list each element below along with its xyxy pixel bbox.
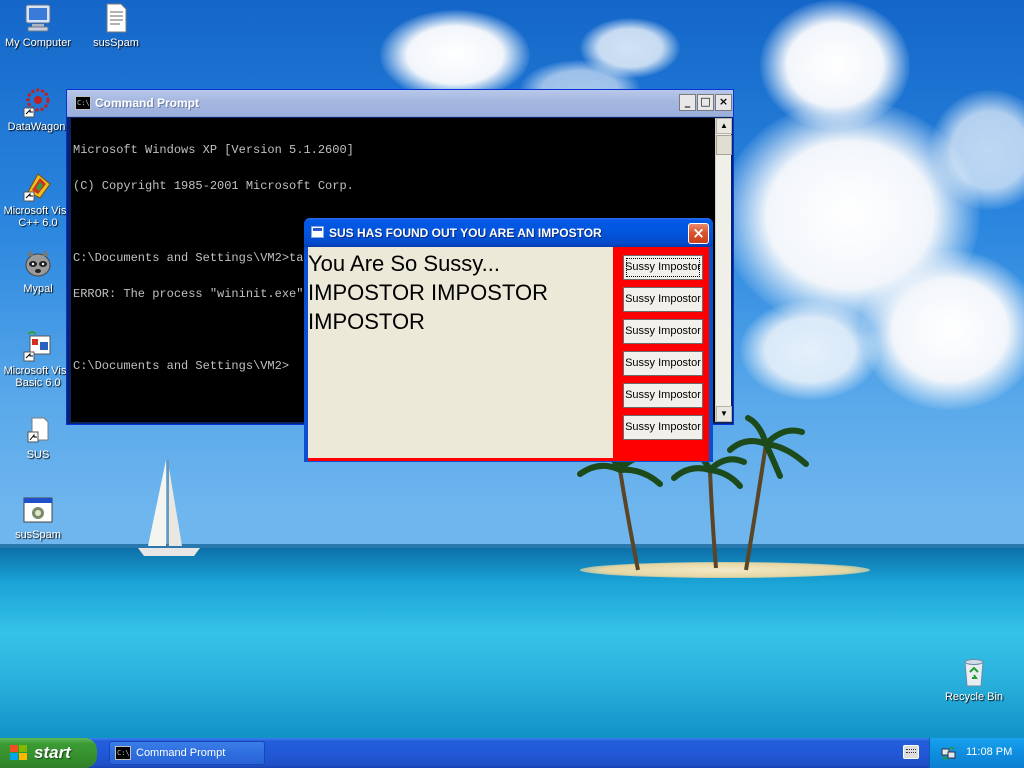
taskbar-button-label: Command Prompt — [136, 747, 226, 759]
desktop-icon-susspam-exe[interactable]: susSpam — [0, 494, 76, 541]
window-app-icon — [311, 226, 324, 238]
keyboard-layout-icon[interactable] — [903, 745, 919, 759]
sus-message: You Are So Sussy... IMPOSTOR IMPOSTOR IM… — [308, 249, 612, 336]
desktop-icon-label: Recycle Bin — [944, 691, 1004, 703]
vertical-scrollbar[interactable]: ▲ ▼ — [715, 118, 732, 422]
desktop-icon-my-computer[interactable]: My Computer — [0, 2, 76, 49]
desktop-icon-label: susSpam — [15, 529, 61, 541]
desktop-icon-label: My Computer — [4, 37, 72, 49]
desktop-icon-label: Microsoft Visu C++ 6.0 — [3, 205, 73, 229]
desktop-icon-datawagon[interactable]: DataWagon. — [0, 86, 76, 133]
scroll-down-icon[interactable]: ▼ — [716, 406, 732, 422]
network-icon[interactable] — [941, 746, 956, 760]
console-line: (C) Copyright 1985-2001 Microsoft Corp. — [73, 179, 354, 193]
desktop-icon-sus[interactable]: SUS — [0, 414, 76, 461]
sussy-impostor-button[interactable]: Sussy Impostor — [623, 415, 703, 440]
console-line: Microsoft Windows XP [Version 5.1.2600] — [73, 143, 354, 157]
dialog-bottom-border — [308, 458, 709, 461]
desktop-icon-visual-cpp[interactable]: Microsoft Visu C++ 6.0 — [0, 170, 76, 229]
desktop-icon-visual-basic[interactable]: Microsoft Visu Basic 6.0 — [0, 330, 76, 389]
recycle-bin-icon — [958, 656, 990, 688]
text-document-icon — [100, 2, 132, 34]
command-prompt-icon: C:\ — [115, 746, 131, 760]
button-panel: Sussy Impostor Sussy Impostor Sussy Impo… — [613, 247, 709, 458]
sus-dialog-window[interactable]: SUS HAS FOUND OUT YOU ARE AN IMPOSTOR × … — [304, 218, 713, 462]
dialog-title: SUS HAS FOUND OUT YOU ARE AN IMPOSTOR — [329, 226, 602, 240]
datawagon-icon — [22, 86, 54, 118]
sea — [0, 548, 1024, 738]
start-button[interactable]: start — [0, 738, 97, 768]
sussy-impostor-button[interactable]: Sussy Impostor — [623, 287, 703, 312]
minimize-button[interactable]: _ — [679, 94, 696, 111]
visual-cpp-icon — [22, 170, 54, 202]
desktop-icon-label: DataWagon. — [7, 121, 69, 133]
my-computer-icon — [22, 2, 54, 34]
window-title: Command Prompt — [95, 96, 200, 110]
visual-basic-icon — [22, 330, 54, 362]
start-label: start — [34, 743, 71, 762]
command-prompt-icon: C:\ — [75, 96, 91, 110]
message-line: You Are So Sussy... — [308, 251, 501, 276]
maximize-button[interactable]: □ — [697, 94, 714, 111]
windows-logo-icon — [10, 745, 28, 761]
sailboat-image — [138, 460, 200, 556]
desktop-icon-label: Microsoft Visu Basic 6.0 — [3, 365, 73, 389]
sus-dialog-body: You Are So Sussy... IMPOSTOR IMPOSTOR IM… — [308, 247, 709, 458]
sussy-impostor-button[interactable]: Sussy Impostor — [623, 351, 703, 376]
executable-icon — [22, 494, 54, 526]
sussy-impostor-button[interactable]: Sussy Impostor — [623, 255, 703, 280]
taskbar: start C:\ Command Prompt 11:08 PM — [0, 738, 1024, 768]
scroll-up-icon[interactable]: ▲ — [716, 118, 732, 134]
desktop-icon-recycle-bin[interactable]: Recycle Bin — [936, 656, 1012, 703]
command-prompt-titlebar[interactable]: C:\ Command Prompt _ □ × — [67, 90, 733, 117]
close-button[interactable]: × — [688, 223, 709, 244]
message-line: IMPOSTOR — [308, 309, 425, 334]
message-line: IMPOSTOR IMPOSTOR — [308, 280, 548, 305]
desktop-icon-label: SUS — [26, 449, 50, 461]
system-tray: 11:08 PM — [929, 738, 1024, 768]
desktop-icon-label: Mypal — [23, 283, 53, 295]
mypal-raccoon-icon — [22, 248, 54, 280]
desktop-icon-label: susSpam — [93, 37, 139, 49]
desktop-icon-susspam-file[interactable]: susSpam — [78, 2, 154, 49]
clock[interactable]: 11:08 PM — [966, 746, 1012, 758]
sussy-impostor-button[interactable]: Sussy Impostor — [623, 383, 703, 408]
scroll-thumb[interactable] — [716, 135, 732, 155]
taskbar-button-command-prompt[interactable]: C:\ Command Prompt — [109, 741, 265, 765]
close-button[interactable]: × — [715, 94, 732, 111]
sus-dialog-titlebar[interactable]: SUS HAS FOUND OUT YOU ARE AN IMPOSTOR × — [304, 218, 713, 247]
sus-shortcut-icon — [22, 414, 54, 446]
sussy-impostor-button[interactable]: Sussy Impostor — [623, 319, 703, 344]
desktop-icon-mypal[interactable]: Mypal — [0, 248, 76, 295]
